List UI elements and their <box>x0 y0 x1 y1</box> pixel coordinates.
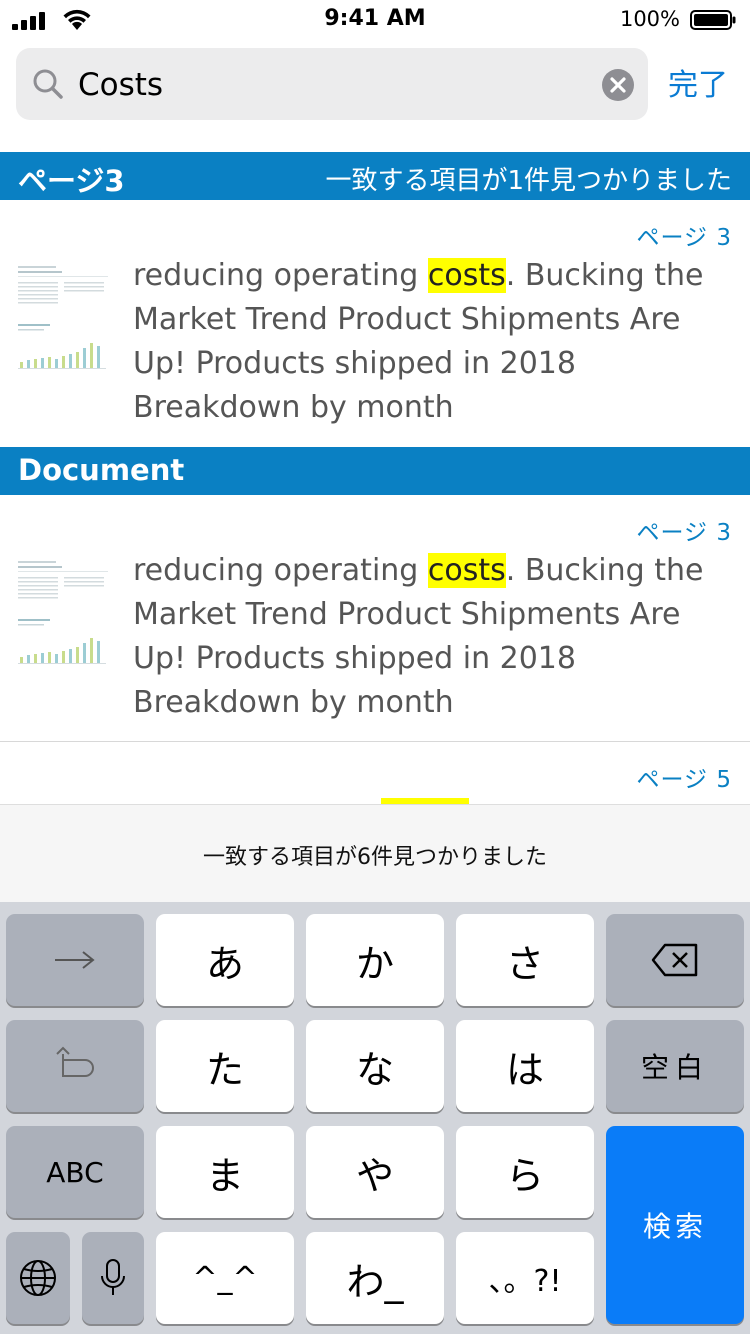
key-ma[interactable]: ま <box>156 1126 294 1218</box>
section-title: ページ3 <box>18 164 125 198</box>
section-title: Document <box>18 453 185 487</box>
search-result-item[interactable]: ページ 3 reducing operating costs. Bucking … <box>0 200 750 446</box>
backspace-icon <box>651 943 698 977</box>
snippet-text: reducing operating <box>133 258 428 293</box>
search-field[interactable] <box>16 48 648 120</box>
result-snippet: reducing operating costs. Bucking the Ma… <box>133 549 733 725</box>
section-header-page: ページ3 一致する項目が1件見つかりました <box>0 152 750 200</box>
emoticon-key[interactable]: ^_^ <box>156 1232 294 1324</box>
key-ta[interactable]: た <box>156 1020 294 1112</box>
undo-key[interactable] <box>6 1020 144 1112</box>
search-result-item[interactable]: ページ 5 <box>0 742 750 808</box>
page-thumbnail <box>8 260 110 380</box>
done-button[interactable]: 完了 <box>668 60 728 104</box>
battery-icon <box>690 10 736 30</box>
dictation-key[interactable] <box>82 1232 144 1324</box>
globe-icon <box>20 1260 56 1296</box>
key-ra[interactable]: ら <box>456 1126 594 1218</box>
key-ya[interactable]: や <box>306 1126 444 1218</box>
search-icon <box>33 69 63 99</box>
status-bar: 9:41 AM 100% <box>0 0 750 40</box>
search-key[interactable]: 検索 <box>606 1126 744 1324</box>
key-ha[interactable]: は <box>456 1020 594 1112</box>
key-wa[interactable]: わ_ <box>306 1232 444 1324</box>
match-count-bar: 一致する項目が6件見つかりました <box>0 804 750 903</box>
japanese-keyboard: あ か さ た な は 空白 ABC ま や ら 検索 ^_^ わ_ 、。?! <box>0 902 750 1334</box>
result-snippet: reducing operating costs. Bucking the Ma… <box>133 254 733 430</box>
arrow-right-icon <box>55 951 95 969</box>
search-input[interactable] <box>76 60 600 110</box>
search-highlight: costs <box>427 258 506 293</box>
next-candidate-key[interactable] <box>6 914 144 1006</box>
section-match-count: 一致する項目が1件見つかりました <box>325 166 732 196</box>
microphone-icon <box>101 1259 125 1295</box>
clear-icon[interactable] <box>602 69 634 101</box>
search-highlight: costs <box>427 553 506 588</box>
key-ka[interactable]: か <box>306 914 444 1006</box>
page-thumbnail <box>8 555 110 675</box>
result-page-label: ページ 3 <box>636 225 732 251</box>
abc-key[interactable]: ABC <box>6 1126 144 1218</box>
key-a[interactable]: あ <box>156 914 294 1006</box>
key-sa[interactable]: さ <box>456 914 594 1006</box>
result-page-label: ページ 3 <box>636 520 732 546</box>
battery-percent: 100% <box>619 7 680 31</box>
search-result-item[interactable]: ページ 3 reducing operating costs. Bucking … <box>0 495 750 741</box>
delete-key[interactable] <box>606 914 744 1006</box>
match-count-label: 一致する項目が6件見つかりました <box>203 845 547 870</box>
space-key[interactable]: 空白 <box>606 1020 744 1112</box>
section-header-document: Document <box>0 447 750 495</box>
snippet-text: reducing operating <box>133 553 428 588</box>
key-na[interactable]: な <box>306 1020 444 1112</box>
undo-icon <box>56 1046 94 1077</box>
punctuation-key[interactable]: 、。?! <box>456 1232 594 1324</box>
globe-key[interactable] <box>6 1232 70 1324</box>
result-page-label: ページ 5 <box>636 767 732 793</box>
